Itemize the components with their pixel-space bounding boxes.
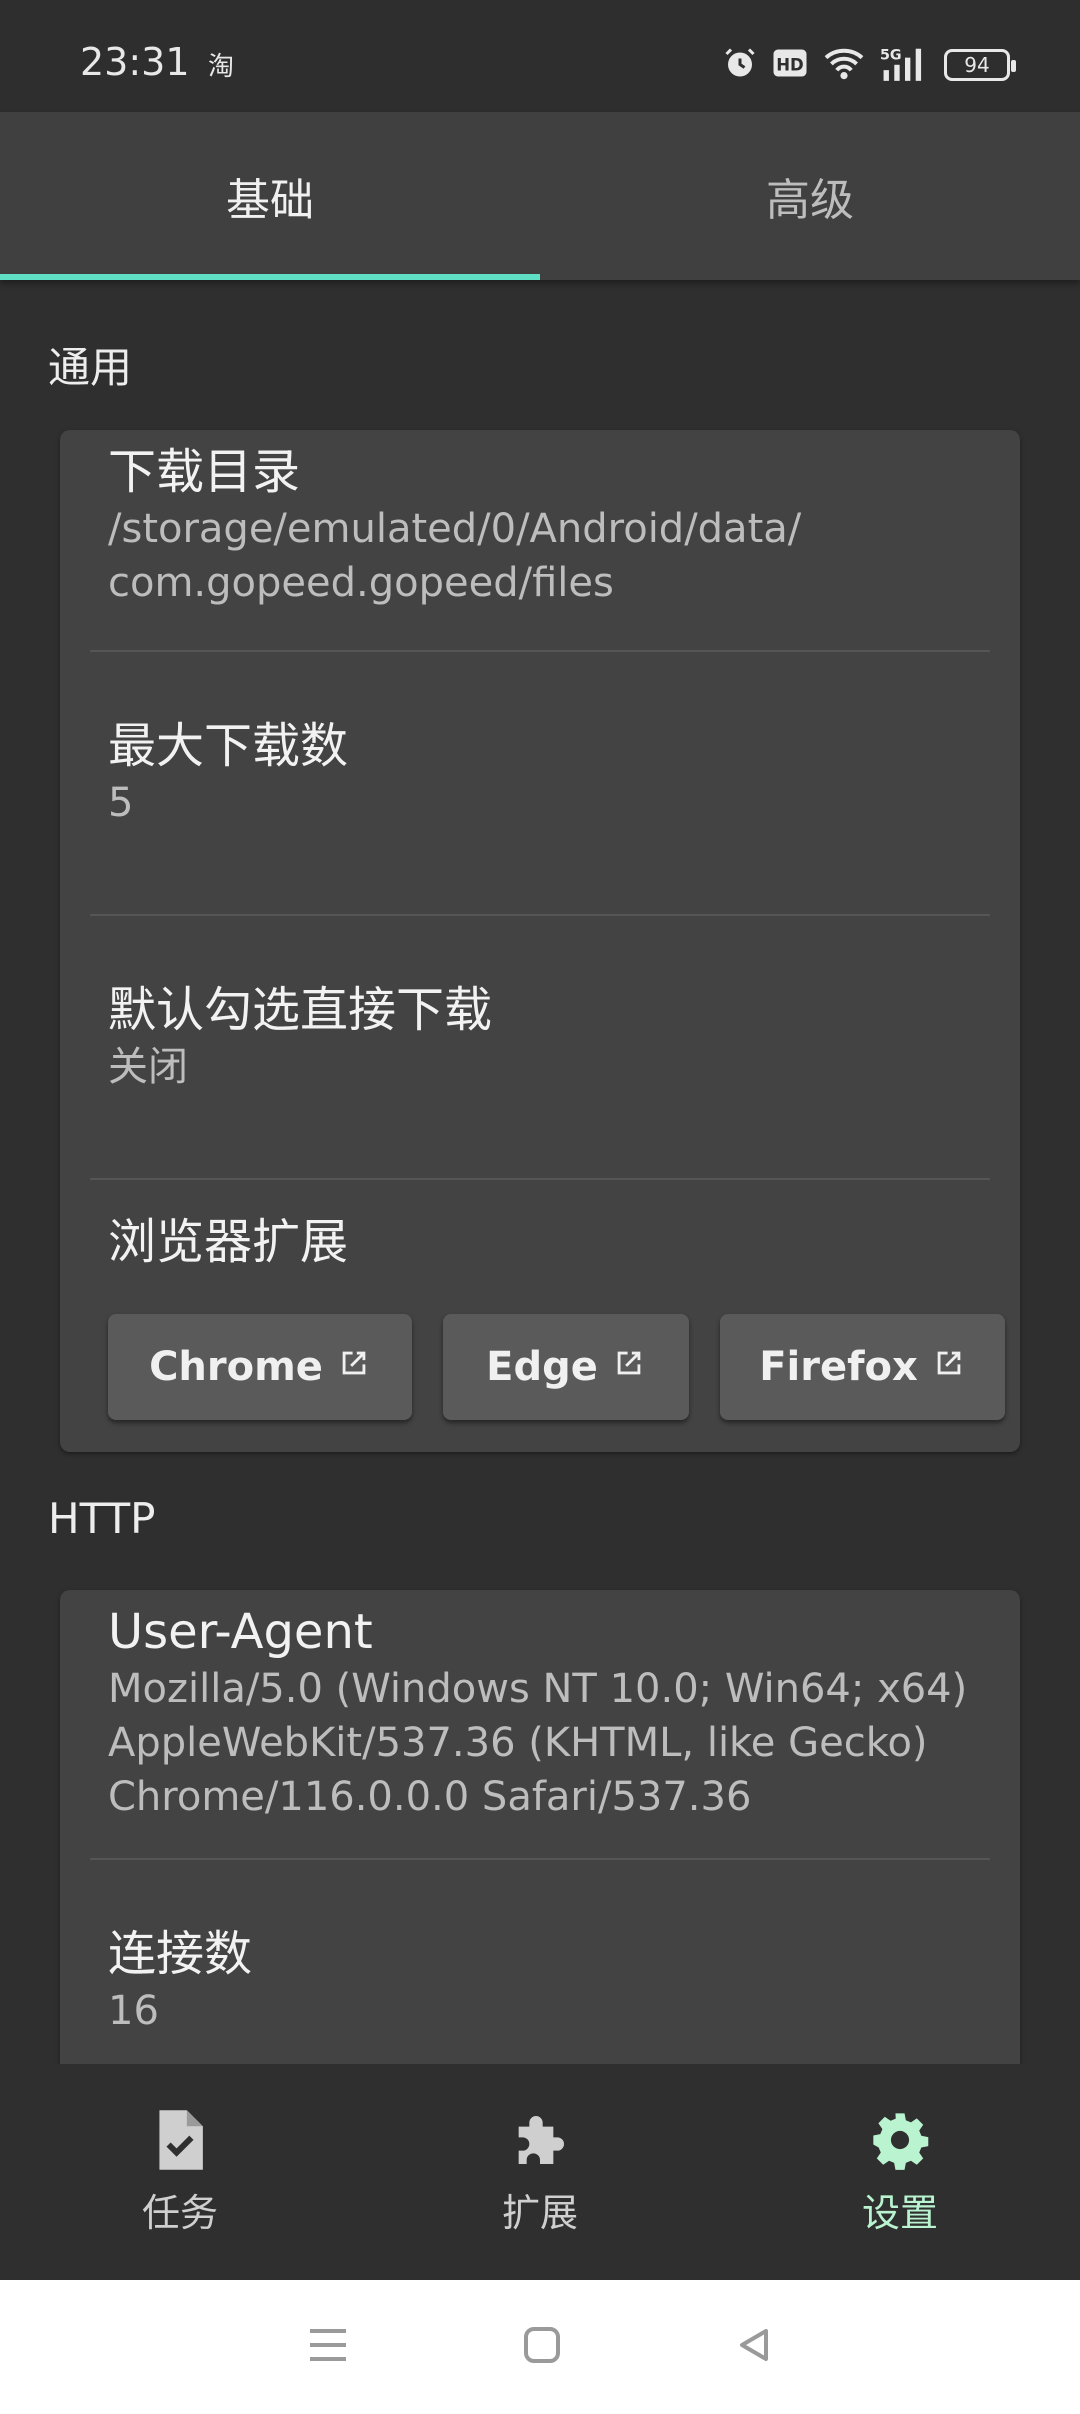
setting-user-agent[interactable]: User-Agent Mozilla/5.0 (Windows NT 10.0;… bbox=[108, 1602, 990, 1824]
5g-signal-icon: 5G bbox=[880, 45, 930, 85]
status-icons: HD 5G 94 bbox=[722, 40, 1016, 90]
battery-icon: 94 bbox=[944, 49, 1016, 81]
tab-bar: 基础 高级 bbox=[0, 112, 1080, 280]
edge-button-label: Edge bbox=[486, 1344, 598, 1390]
divider bbox=[90, 1178, 990, 1180]
edge-extension-button[interactable]: Edge bbox=[443, 1314, 689, 1420]
section-title-general: 通用 bbox=[48, 343, 133, 392]
tab-basic[interactable]: 基础 bbox=[0, 112, 540, 280]
setting-auto-select[interactable]: 默认勾选直接下载 关闭 bbox=[108, 980, 990, 1094]
open-external-icon bbox=[932, 1344, 966, 1390]
svg-text:HD: HD bbox=[776, 56, 804, 75]
divider bbox=[90, 1858, 990, 1860]
setting-browser-ext: 浏览器扩展 bbox=[108, 1212, 990, 1272]
setting-download-dir-title: 下载目录 bbox=[108, 444, 301, 500]
status-bar: 23:31 淘 HD 5G 94 bbox=[0, 0, 1080, 112]
divider bbox=[90, 650, 990, 652]
setting-max-downloads-title: 最大下载数 bbox=[108, 718, 349, 774]
setting-auto-select-value: 关闭 bbox=[108, 1044, 188, 1090]
open-external-icon bbox=[337, 1344, 371, 1390]
nav-label-tasks: 任务 bbox=[141, 2190, 218, 2235]
setting-connections[interactable]: 连接数 16 bbox=[108, 1924, 990, 2038]
alarm-icon bbox=[722, 45, 758, 85]
puzzle-icon bbox=[508, 2108, 572, 2176]
http-settings-card: User-Agent Mozilla/5.0 (Windows NT 10.0;… bbox=[60, 1590, 1020, 2064]
tab-basic-label: 基础 bbox=[226, 175, 314, 226]
nav-item-tasks[interactable]: 任务 bbox=[0, 2064, 360, 2280]
open-external-icon bbox=[612, 1344, 646, 1390]
nav-item-settings[interactable]: 设置 bbox=[720, 2064, 1080, 2280]
hd-icon: HD bbox=[772, 48, 808, 82]
bottom-nav: 任务 扩展 设置 bbox=[0, 2064, 1080, 2280]
firefox-extension-button[interactable]: Firefox bbox=[720, 1314, 1005, 1420]
setting-max-downloads[interactable]: 最大下载数 5 bbox=[108, 716, 990, 830]
wifi-icon bbox=[822, 45, 866, 85]
setting-download-dir[interactable]: 下载目录 /storage/emulated/0/Android/data/ c… bbox=[108, 442, 990, 610]
firefox-button-label: Firefox bbox=[759, 1344, 918, 1390]
svg-text:5G: 5G bbox=[880, 47, 902, 63]
nav-item-extensions[interactable]: 扩展 bbox=[360, 2064, 720, 2280]
general-settings-card: 下载目录 /storage/emulated/0/Android/data/ c… bbox=[60, 430, 1020, 1452]
chrome-button-label: Chrome bbox=[149, 1344, 323, 1390]
menu-icon[interactable] bbox=[306, 2325, 350, 2369]
tab-advanced[interactable]: 高级 bbox=[540, 112, 1080, 280]
setting-connections-value: 16 bbox=[108, 1988, 159, 2034]
back-icon[interactable] bbox=[734, 2325, 774, 2369]
setting-max-downloads-value: 5 bbox=[108, 780, 134, 826]
setting-download-dir-value: /storage/emulated/0/Android/data/ com.go… bbox=[108, 506, 802, 606]
task-file-check-icon bbox=[152, 2108, 208, 2176]
setting-user-agent-value: Mozilla/5.0 (Windows NT 10.0; Win64; x64… bbox=[108, 1666, 968, 1820]
nav-label-settings: 设置 bbox=[861, 2190, 938, 2235]
tab-advanced-label: 高级 bbox=[766, 175, 854, 226]
system-nav-bar bbox=[0, 2280, 1080, 2414]
setting-auto-select-title: 默认勾选直接下载 bbox=[108, 982, 493, 1038]
home-icon[interactable] bbox=[522, 2325, 562, 2369]
setting-connections-title: 连接数 bbox=[108, 1926, 253, 1982]
status-app-indicator: 淘 bbox=[208, 52, 235, 82]
nav-label-extensions: 扩展 bbox=[501, 2190, 578, 2235]
setting-user-agent-title: User-Agent bbox=[108, 1604, 373, 1660]
section-title-http: HTTP bbox=[48, 1494, 156, 1543]
chrome-extension-button[interactable]: Chrome bbox=[108, 1314, 412, 1420]
status-time: 23:31 bbox=[80, 40, 190, 84]
gear-icon bbox=[868, 2108, 932, 2176]
settings-content[interactable]: 通用 下载目录 /storage/emulated/0/Android/data… bbox=[0, 280, 1080, 2064]
setting-browser-ext-title: 浏览器扩展 bbox=[108, 1214, 349, 1270]
divider bbox=[90, 914, 990, 916]
